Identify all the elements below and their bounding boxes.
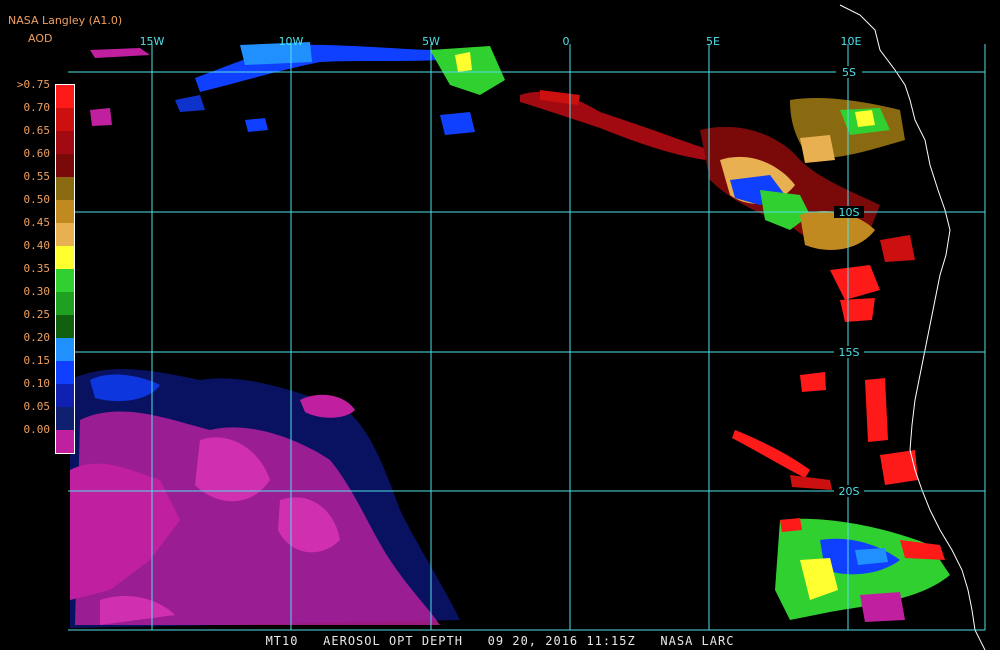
colorbar-label: 0.10 <box>23 377 51 390</box>
colorbar-label: 0.70 <box>23 101 51 114</box>
lon-label-5e: 5E <box>706 35 720 48</box>
lon-label-10w: 10W <box>279 35 304 48</box>
colorbar-frame <box>55 84 75 454</box>
colorbar-label: 0.60 <box>23 147 51 160</box>
lon-label-0: 0 <box>563 35 570 48</box>
lat-label-5s: 5S <box>842 66 856 79</box>
lat-label-15s: 15S <box>839 346 860 359</box>
lat-label-10s: 10S <box>839 206 860 219</box>
footer-credit: NASA LARC <box>660 634 735 648</box>
colorbar-label: 0.40 <box>23 239 51 252</box>
colorbar-label: 0.55 <box>23 170 51 183</box>
colorbar-label: 0.20 <box>23 331 51 344</box>
colorbar-label: 0.65 <box>23 124 51 137</box>
colorbar-label: 0.35 <box>23 262 51 275</box>
colorbar-label: 0.30 <box>23 285 51 298</box>
colorbar-label: 0.50 <box>23 193 51 206</box>
source-label: NASA Langley (A1.0) <box>8 14 123 27</box>
lon-label-10e: 10E <box>841 35 862 48</box>
colorbar-label: 0.00 <box>23 423 51 436</box>
footer-product: MT10 <box>265 634 299 648</box>
colorbar-label: 0.25 <box>23 308 51 321</box>
lon-label-5w: 5W <box>422 35 440 48</box>
colorbar-label: 0.45 <box>23 216 51 229</box>
colorbar-label: 0.05 <box>23 400 51 413</box>
footer-title: AEROSOL OPT DEPTH <box>323 634 463 648</box>
colorbar-label: 0.15 <box>23 354 51 367</box>
aerosol-map: 15W 10W 5W 0 5E 10E 5S 10S 15S 20S <box>0 0 1000 650</box>
variable-label: AOD <box>28 32 53 45</box>
footer-caption: MT10 AEROSOL OPT DEPTH 09 20, 2016 11:15… <box>0 634 1000 648</box>
colorbar-label: >0.75 <box>16 78 50 91</box>
footer-datetime: 09 20, 2016 11:15Z <box>487 634 636 648</box>
lon-label-15w: 15W <box>140 35 165 48</box>
lat-label-20s: 20S <box>839 485 860 498</box>
